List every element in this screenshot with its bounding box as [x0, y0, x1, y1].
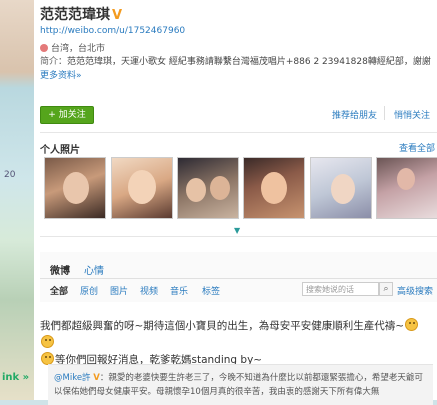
search-input[interactable]: 搜索她说的话 [302, 282, 379, 296]
profile-name-text: 范范范瑋琪 [40, 7, 110, 23]
photo-thumbnail[interactable] [111, 157, 173, 219]
photo-face [331, 174, 355, 204]
bio-text: 范范范瑋琪，天運小歌女 經紀事務請聯繫台灣福茂唱片+886 2 23941828… [67, 57, 431, 67]
background-edge-text: 20 [4, 170, 16, 180]
profile-location: 台湾，台北市 [40, 41, 105, 54]
filter-tags[interactable]: 标签 [202, 284, 220, 297]
photo-face [397, 168, 415, 190]
tab-mood[interactable]: 心情 [84, 262, 104, 277]
photo-face [261, 172, 287, 204]
photo-thumbnail[interactable] [310, 157, 372, 219]
section-divider [40, 236, 437, 237]
smiley-emoji-icon [41, 335, 54, 348]
tab-divider [40, 278, 437, 279]
search-icon[interactable]: ⌕ [379, 282, 393, 296]
filter-music[interactable]: 音乐 [170, 284, 188, 297]
background-more-link[interactable]: ink » [2, 372, 29, 383]
verified-badge-icon: V [93, 373, 100, 383]
photo-face [186, 178, 206, 202]
photo-face [63, 172, 89, 204]
photo-thumbnail[interactable] [243, 157, 305, 219]
bio-more-link[interactable]: 更多资料» [40, 71, 82, 81]
see-all-photos-link[interactable]: 查看全部 [399, 141, 435, 154]
smiley-emoji-icon [405, 318, 419, 331]
verified-badge-icon: V [112, 8, 123, 23]
expand-arrow-icon[interactable]: ▼ [234, 226, 240, 235]
post-text-line1: 我們都超級興奮的呀~期待這個小寶貝的出生，為母安平安健康順利生產代禱~ [40, 320, 405, 332]
action-divider [384, 106, 385, 120]
bio-label: 简介： [40, 57, 68, 67]
profile-name: 范范范瑋琪 V [40, 4, 122, 24]
photo-face [128, 170, 156, 204]
repost-body: ：親愛的老婆快要生許老三了，今晚不知道為什麼比以前都還緊張擔心，希望老天爺可以保… [54, 373, 423, 397]
filter-images[interactable]: 图片 [110, 284, 128, 297]
post-content: 我們都超級興奮的呀~期待這個小寶貝的出生，為母安平安健康順利生產代禱~ 等你們回… [40, 318, 432, 369]
filter-original[interactable]: 原创 [80, 284, 98, 297]
profile-bio: 简介：范范范瑋琪，天運小歌女 經紀事務請聯繫台灣福茂唱片+886 2 23941… [40, 55, 434, 83]
quiet-follow-link[interactable]: 悄悄关注 [394, 108, 430, 121]
tab-weibo[interactable]: 微博 [50, 262, 70, 277]
photo-face [210, 176, 230, 200]
follow-button[interactable]: + 加关注 [40, 106, 94, 124]
location-pin-icon [40, 44, 48, 52]
photo-thumbnail[interactable] [376, 157, 437, 219]
advanced-search-link[interactable]: 高级搜索 [397, 284, 433, 297]
profile-url-link[interactable]: http://weibo.com/u/1752467960 [40, 26, 185, 36]
repost-text: @Mike許 V：親愛的老婆快要生許老三了，今晚不知道為什麼比以前都還緊張擔心，… [54, 371, 428, 399]
photo-thumbnail[interactable] [44, 157, 106, 219]
photos-title: 个人照片 [40, 145, 80, 156]
repost-user-link[interactable]: @Mike許 [54, 373, 91, 383]
location-text: 台湾，台北市 [51, 44, 106, 54]
section-divider [40, 132, 437, 133]
filter-all[interactable]: 全部 [50, 284, 68, 297]
photo-thumbnail[interactable] [177, 157, 239, 219]
repost-box: @Mike許 V：親愛的老婆快要生許老三了，今晚不知道為什麼比以前都還緊張擔心，… [48, 364, 433, 405]
filter-video[interactable]: 视频 [140, 284, 158, 297]
recommend-link[interactable]: 推荐给朋友 [332, 108, 377, 121]
profile-panel: 范范范瑋琪 V http://weibo.com/u/1752467960 台湾，… [34, 0, 437, 405]
